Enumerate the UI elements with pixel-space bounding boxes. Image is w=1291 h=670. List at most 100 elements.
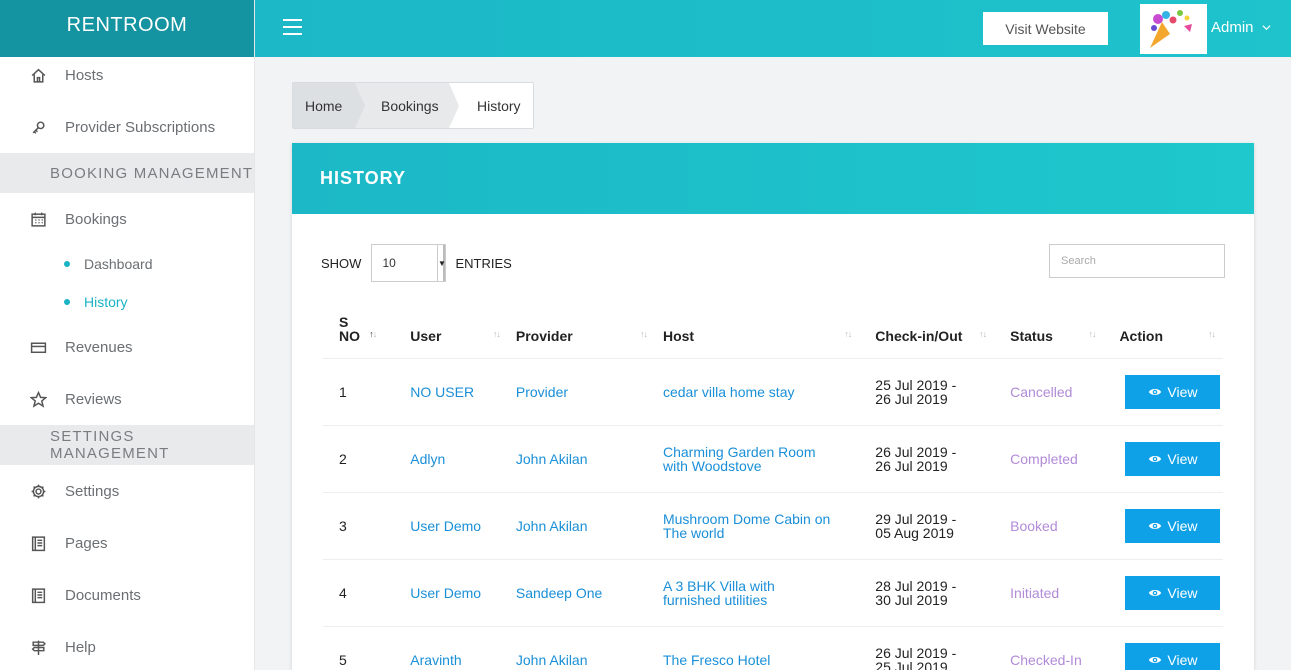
table-row: 4 User Demo Sandeep One A 3 BHK Villa with … (323, 559, 1223, 627)
cell-host-link[interactable]: The Fresco Hotel (654, 626, 860, 670)
cell-user-link[interactable]: Adlyn (384, 425, 508, 493)
sidebar-item-label: Bookings (65, 210, 127, 228)
status-badge: Cancelled (994, 358, 1104, 426)
sort-icon: ↑↓ (979, 328, 987, 339)
view-button[interactable]: View (1125, 508, 1221, 543)
breadcrumb: Home Bookings History (292, 82, 534, 129)
status-badge: Initiated (994, 559, 1104, 627)
table-row: 2 Adlyn John Akilan Charming Garden Room wi… (323, 425, 1223, 493)
cell-host-link[interactable]: Mushroom Dome Cabin on The world (654, 492, 860, 560)
key-icon (28, 117, 48, 137)
card-icon (28, 337, 48, 357)
history-card: HISTORY SHOW 10 ▼ ENTRIES S NO ↑↓ User ↑↓… (292, 143, 1254, 670)
column-header-checkin[interactable]: Check-in/Out ↑↓ (859, 303, 995, 359)
cell-sno: 5 (323, 626, 385, 670)
view-button[interactable]: View (1125, 374, 1221, 409)
column-header-action[interactable]: Action ↑↓ (1103, 303, 1223, 359)
eye-icon (1149, 455, 1162, 462)
status-badge: Checked-In (994, 626, 1104, 670)
cell-sno: 3 (323, 492, 385, 560)
star-icon (28, 389, 48, 409)
view-button[interactable]: View (1125, 575, 1221, 610)
sidebar: RENTROOM Hosts Provider Subscriptions BO… (0, 0, 255, 670)
cell-user-link[interactable]: User Demo (384, 559, 508, 627)
sidebar-item-bookings[interactable]: Bookings (0, 193, 254, 245)
sidebar-item-revenues[interactable]: Revenues (0, 321, 254, 373)
breadcrumb-bookings[interactable]: Bookings (355, 83, 459, 128)
sidebar-item-label: Settings (65, 482, 120, 500)
cell-provider-link[interactable]: Sandeep One (507, 559, 655, 627)
sort-icon: ↑↓ (639, 328, 648, 339)
cell-dates: 29 Jul 2019 -05 Aug 2019 (859, 492, 995, 560)
sidebar-item-label: Documents (65, 586, 141, 604)
cell-host-link[interactable]: cedar villa home stay (654, 358, 860, 426)
eye-icon (1149, 656, 1162, 663)
cell-provider-link[interactable]: John Akilan (507, 492, 655, 560)
checkout-date: 26 Jul 2019 (875, 390, 948, 407)
column-header-host[interactable]: Host ↑↓ (654, 303, 860, 359)
table-row: 1 NO USER Provider cedar villa home stay 25 … (323, 358, 1223, 426)
cell-provider-link[interactable]: John Akilan (507, 626, 655, 670)
sidebar-subitem-dashboard[interactable]: Dashboard (0, 245, 254, 283)
header-label: User (410, 327, 442, 344)
sidebar-item-documents[interactable]: Documents (0, 569, 254, 621)
sort-icon: ↑↓ (1088, 328, 1096, 339)
column-header-provider[interactable]: Provider ↑↓ (507, 303, 655, 359)
topbar: Visit Website Admin (255, 0, 1291, 57)
cell-sno: 4 (323, 559, 385, 627)
bullet-icon (64, 299, 70, 305)
sidebar-item-label: Help (65, 638, 96, 656)
checkout-date: 30 Jul 2019 (875, 591, 948, 608)
column-header-status[interactable]: Status ↑↓ (994, 303, 1104, 359)
search-input[interactable] (1049, 244, 1225, 278)
breadcrumb-home[interactable]: Home (293, 83, 365, 128)
sidebar-item-hosts[interactable]: Hosts (0, 49, 254, 101)
sidebar-item-provider-subscriptions[interactable]: Provider Subscriptions (0, 101, 254, 153)
section-heading-booking: BOOKING MANAGEMENT (0, 153, 254, 193)
sort-icon: ↑↓ (844, 328, 852, 339)
status-badge: Completed (994, 425, 1104, 493)
header-label: Provider (515, 327, 573, 344)
column-header-sno[interactable]: S NO ↑↓ (323, 303, 385, 359)
visit-website-button[interactable]: Visit Website (983, 12, 1108, 45)
cell-user-link[interactable]: User Demo (384, 492, 508, 560)
cell-provider-link[interactable]: Provider (507, 358, 655, 426)
cell-host-link[interactable]: Charming Garden Room with Woodstove (654, 425, 860, 493)
view-button[interactable]: View (1125, 441, 1221, 476)
cell-action: View (1103, 425, 1223, 493)
sidebar-item-label: Reviews (65, 390, 122, 408)
menu-toggle-icon[interactable] (283, 19, 302, 36)
cell-user-link[interactable]: NO USER (384, 358, 508, 426)
avatar[interactable] (1140, 4, 1207, 54)
sidebar-subitem-label: Dashboard (84, 256, 153, 272)
section-heading-settings: SETTINGS MANAGEMENT (0, 425, 254, 465)
table-row: 3 User Demo John Akilan Mushroom Dome Cabin… (323, 492, 1223, 560)
column-header-user[interactable]: User ↑↓ (384, 303, 508, 359)
user-name: Admin (1211, 19, 1254, 36)
view-label: View (1167, 584, 1198, 601)
sidebar-item-label: Provider Subscriptions (65, 118, 216, 136)
view-label: View (1167, 450, 1198, 467)
sidebar-item-pages[interactable]: Pages (0, 517, 254, 569)
user-menu[interactable]: Admin (1211, 19, 1271, 36)
cell-action: View (1103, 626, 1223, 670)
eye-icon (1149, 522, 1162, 529)
sidebar-item-reviews[interactable]: Reviews (0, 373, 254, 425)
view-button[interactable]: View (1125, 642, 1221, 670)
cell-sno: 2 (323, 425, 385, 493)
cell-host-link[interactable]: A 3 BHK Villa with furnished utilities (654, 559, 860, 627)
sort-icon: ↑↓ (492, 328, 501, 339)
entries-label: ENTRIES (455, 255, 512, 271)
entries-control: SHOW 10 ▼ ENTRIES (321, 244, 512, 282)
cell-provider-link[interactable]: John Akilan (507, 425, 655, 493)
sidebar-subitem-history[interactable]: History (0, 283, 254, 321)
sidebar-item-settings[interactable]: Settings (0, 465, 254, 517)
sidebar-item-label: Pages (65, 534, 108, 552)
cell-user-link[interactable]: Aravinth (384, 626, 508, 670)
sidebar-item-label: Revenues (65, 338, 133, 356)
sidebar-item-help[interactable]: Help (0, 621, 254, 670)
entries-select[interactable]: 10 ▼ (371, 244, 447, 282)
show-label: SHOW (321, 255, 362, 271)
home-icon (28, 65, 48, 85)
sidebar-item-label: Hosts (65, 66, 104, 84)
